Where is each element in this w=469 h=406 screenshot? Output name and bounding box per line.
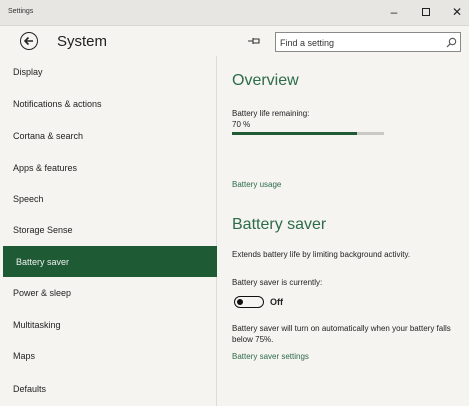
sidebar-item-label: Cortana & search xyxy=(13,130,84,141)
battery-saver-auto-text: Battery saver will turn on automatically… xyxy=(232,324,451,344)
maximize-icon xyxy=(422,8,430,16)
battery-saver-settings-link[interactable]: Battery saver settings xyxy=(232,352,309,361)
sidebar-item-label: Defaults xyxy=(13,383,47,394)
sidebar-item-label: Storage Sense xyxy=(13,224,73,235)
header: System xyxy=(0,26,469,56)
sidebar-item-label: Apps & features xyxy=(13,162,78,173)
window-title: Settings xyxy=(8,8,34,15)
arrow-left-icon xyxy=(24,36,33,46)
back-button[interactable] xyxy=(20,32,38,50)
toggle-knob xyxy=(237,298,243,305)
sidebar-item-power[interactable]: Power & sleep xyxy=(0,277,217,308)
toggle-state-text: Off xyxy=(270,297,283,307)
sidebar-item-multitasking[interactable]: Multitasking xyxy=(0,309,217,340)
sidebar-item-speech[interactable]: Speech xyxy=(0,183,217,214)
maximize-button[interactable] xyxy=(415,2,437,22)
sidebar-item-battery-saver[interactable]: Battery saver xyxy=(3,246,217,277)
battery-saver-description: Extends battery life by limiting backgro… xyxy=(232,250,411,259)
overview-heading: Overview xyxy=(232,72,299,89)
sidebar-item-notifications[interactable]: Notifications & actions xyxy=(0,88,217,119)
sidebar-item-label: Speech xyxy=(13,193,44,204)
battery-saver-heading: Battery saver xyxy=(232,216,327,233)
sidebar-item-label: Power & sleep xyxy=(13,287,72,298)
pin-icon[interactable] xyxy=(247,36,261,46)
sidebar-item-maps[interactable]: Maps xyxy=(0,340,217,371)
battery-remaining-label: Battery life remaining: xyxy=(232,109,310,118)
close-button[interactable]: ✕ xyxy=(446,2,468,22)
settings-window: Settings – ✕ System Display Notification… xyxy=(0,0,469,406)
battery-usage-link[interactable]: Battery usage xyxy=(232,180,281,189)
battery-saver-toggle[interactable] xyxy=(234,296,264,308)
sidebar-item-storage[interactable]: Storage Sense xyxy=(0,214,217,245)
sidebar-item-label: Battery saver xyxy=(16,256,70,267)
minimize-icon: – xyxy=(390,5,398,19)
search-input[interactable] xyxy=(280,36,440,49)
sidebar-item-label: Display xyxy=(13,66,43,77)
title-bar: Settings – ✕ xyxy=(0,0,469,26)
battery-progress-fill xyxy=(232,132,357,135)
battery-progress-bar xyxy=(232,132,384,135)
sidebar-item-label: Maps xyxy=(13,350,36,361)
close-icon: ✕ xyxy=(451,5,463,19)
sidebar-item-cortana[interactable]: Cortana & search xyxy=(0,120,217,151)
sidebar: Display Notifications & actions Cortana … xyxy=(0,56,217,406)
main-content: Overview Battery life remaining: 70 % Ba… xyxy=(218,56,469,406)
sidebar-item-label: Notifications & actions xyxy=(13,98,102,109)
sidebar-item-label: Multitasking xyxy=(13,319,61,330)
search-icon[interactable] xyxy=(446,37,457,48)
sidebar-item-defaults[interactable]: Defaults xyxy=(0,373,217,404)
battery-saver-status-label: Battery saver is currently: xyxy=(232,278,323,287)
battery-percent: 70 % xyxy=(232,120,251,129)
sidebar-item-display[interactable]: Display xyxy=(0,56,217,87)
page-title: System xyxy=(57,33,108,50)
minimize-button[interactable]: – xyxy=(383,2,405,22)
search-box[interactable] xyxy=(275,32,461,52)
sidebar-item-apps[interactable]: Apps & features xyxy=(0,152,217,183)
